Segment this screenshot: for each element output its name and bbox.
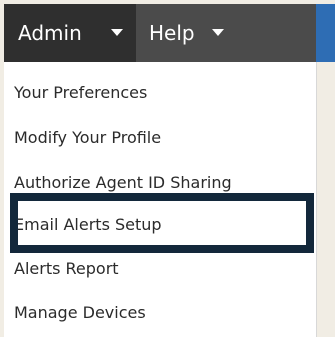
menu-item-modify-your-profile[interactable]: Modify Your Profile [4, 117, 316, 161]
menu-item-email-alerts-setup[interactable]: Email Alerts Setup [4, 204, 316, 248]
menu-item-label: Authorize Agent ID Sharing [14, 173, 232, 192]
admin-menu-label: Admin [18, 21, 82, 45]
menu-bar: Admin Help [4, 4, 335, 62]
admin-dropdown-menu: Your Preferences Modify Your Profile Aut… [4, 62, 317, 337]
menu-item-label: Alerts Report [14, 259, 119, 278]
menu-item-manage-devices[interactable]: Manage Devices [4, 292, 316, 336]
menu-item-label: Manage Devices [14, 303, 146, 322]
menu-item-label: Modify Your Profile [14, 128, 162, 147]
menu-accent-strip [316, 4, 335, 62]
admin-menu[interactable]: Admin [4, 4, 136, 62]
menu-item-authorize-agent-id-sharing[interactable]: Authorize Agent ID Sharing [4, 162, 316, 206]
caret-down-icon [212, 29, 224, 36]
menu-item-label: Your Preferences [14, 83, 148, 102]
help-menu[interactable]: Help [136, 4, 316, 62]
menu-item-label: Email Alerts Setup [14, 215, 162, 234]
menu-item-your-preferences[interactable]: Your Preferences [4, 72, 316, 116]
menu-item-alerts-report[interactable]: Alerts Report [4, 248, 316, 292]
help-menu-label: Help [149, 21, 195, 45]
caret-down-icon [111, 29, 123, 36]
